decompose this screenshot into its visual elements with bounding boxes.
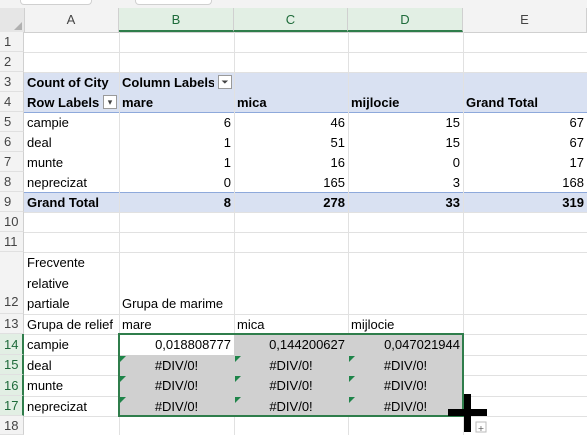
pivot-row-labels[interactable]: Row Labels [24, 92, 102, 113]
row-header-7[interactable]: 7 [0, 152, 24, 172]
column-header-row: A B C D E [0, 8, 587, 33]
pivot-cell[interactable]: 46 [234, 112, 348, 133]
pivot-cell[interactable]: 6 [119, 112, 234, 133]
freq-title-line[interactable]: partiale [24, 293, 119, 314]
pivot-header-mica[interactable]: mica [234, 92, 348, 113]
freq-row-label[interactable]: campie [24, 334, 119, 355]
filter-funnel-icon[interactable]: ⏷ [218, 75, 232, 89]
pivot-cell[interactable]: 17 [463, 152, 587, 173]
pivot-header-mijlocie[interactable]: mijlocie [348, 92, 463, 113]
column-header-c[interactable]: C [234, 8, 348, 32]
svg-text:+: + [478, 424, 485, 433]
pivot-total-cell[interactable]: 8 [119, 192, 234, 213]
pivot-cell[interactable]: 67 [463, 112, 587, 133]
pivot-cell[interactable]: 3 [348, 172, 463, 193]
gridline [24, 232, 587, 233]
row-header-9[interactable]: 9 [0, 192, 24, 212]
row-header-5[interactable]: 5 [0, 112, 24, 132]
pivot-row-label[interactable]: neprecizat [24, 172, 119, 193]
freq-group-label[interactable]: Grupa de marime [119, 293, 234, 314]
row-header-16[interactable]: 16 [0, 375, 24, 396]
crosshair-cursor-icon: + [448, 394, 487, 433]
row-header-15[interactable]: 15 [0, 355, 24, 375]
column-header-d[interactable]: D [348, 8, 463, 32]
freq-title-line[interactable]: relative [24, 273, 119, 294]
column-header-a[interactable]: A [24, 8, 119, 32]
row-header-3[interactable]: 3 [0, 72, 24, 92]
pivot-cell[interactable]: 51 [234, 132, 348, 153]
pivot-grand-total-label[interactable]: Grand Total [24, 192, 119, 213]
freq-title-line[interactable]: Frecvente [24, 252, 119, 273]
row-header-11[interactable]: 11 [0, 232, 24, 252]
pivot-cell[interactable]: 15 [348, 132, 463, 153]
pivot-total-cell[interactable]: 278 [234, 192, 348, 213]
pivot-cell[interactable]: 0 [119, 172, 234, 193]
pivot-header-mare[interactable]: mare [119, 92, 234, 113]
pivot-cell[interactable]: 16 [234, 152, 348, 173]
pivot-row-label[interactable]: munte [24, 152, 119, 173]
selection-range[interactable] [118, 333, 464, 417]
sheet-tab-strip [0, 0, 587, 8]
row-header-2[interactable]: 2 [0, 52, 24, 72]
pivot-cell[interactable]: 67 [463, 132, 587, 153]
pivot-cell[interactable]: 1 [119, 152, 234, 173]
gridline [24, 52, 587, 53]
column-header-e[interactable]: E [463, 8, 587, 32]
freq-relief-label[interactable]: Grupa de relief [24, 314, 119, 335]
pivot-cell[interactable]: 165 [234, 172, 348, 193]
row-header-13[interactable]: 13 [0, 314, 24, 334]
dropdown-arrow-icon[interactable]: ▾ [103, 95, 117, 109]
pivot-column-labels[interactable]: Column Labels [119, 72, 214, 93]
pivot-row-label[interactable]: campie [24, 112, 119, 133]
pivot-cell[interactable]: 15 [348, 112, 463, 133]
tab-shape[interactable] [135, 0, 212, 5]
tab-shape[interactable] [20, 0, 92, 5]
pivot-cell[interactable]: 1 [119, 132, 234, 153]
freq-header-mica[interactable]: mica [234, 314, 348, 335]
freq-row-label[interactable]: deal [24, 355, 119, 376]
row-header-8[interactable]: 8 [0, 172, 24, 192]
pivot-header-grand-total[interactable]: Grand Total [463, 92, 587, 113]
row-header-6[interactable]: 6 [0, 132, 24, 152]
row-header-14[interactable]: 14 [0, 334, 24, 355]
row-header-1[interactable]: 1 [0, 32, 24, 52]
freq-header-mare[interactable]: mare [119, 314, 234, 335]
row-header-18[interactable]: 18 [0, 416, 24, 435]
select-all-button[interactable] [0, 8, 25, 32]
column-header-b[interactable]: B [119, 8, 234, 32]
freq-row-label[interactable]: neprecizat [24, 396, 119, 417]
row-header-10[interactable]: 10 [0, 212, 24, 232]
row-header-4[interactable]: 4 [0, 92, 24, 112]
pivot-cell[interactable]: 0 [348, 152, 463, 173]
pivot-row-label[interactable]: deal [24, 132, 119, 153]
pivot-cell[interactable]: 168 [463, 172, 587, 193]
pivot-total-cell[interactable]: 33 [348, 192, 463, 213]
freq-header-mijlocie[interactable]: mijlocie [348, 314, 463, 335]
freq-row-label[interactable]: munte [24, 375, 119, 396]
row-header-17[interactable]: 17 [0, 396, 24, 416]
row-header-12[interactable]: 12 [0, 252, 24, 314]
pivot-count-label[interactable]: Count of City [24, 72, 119, 93]
pivot-total-cell[interactable]: 319 [463, 192, 587, 213]
